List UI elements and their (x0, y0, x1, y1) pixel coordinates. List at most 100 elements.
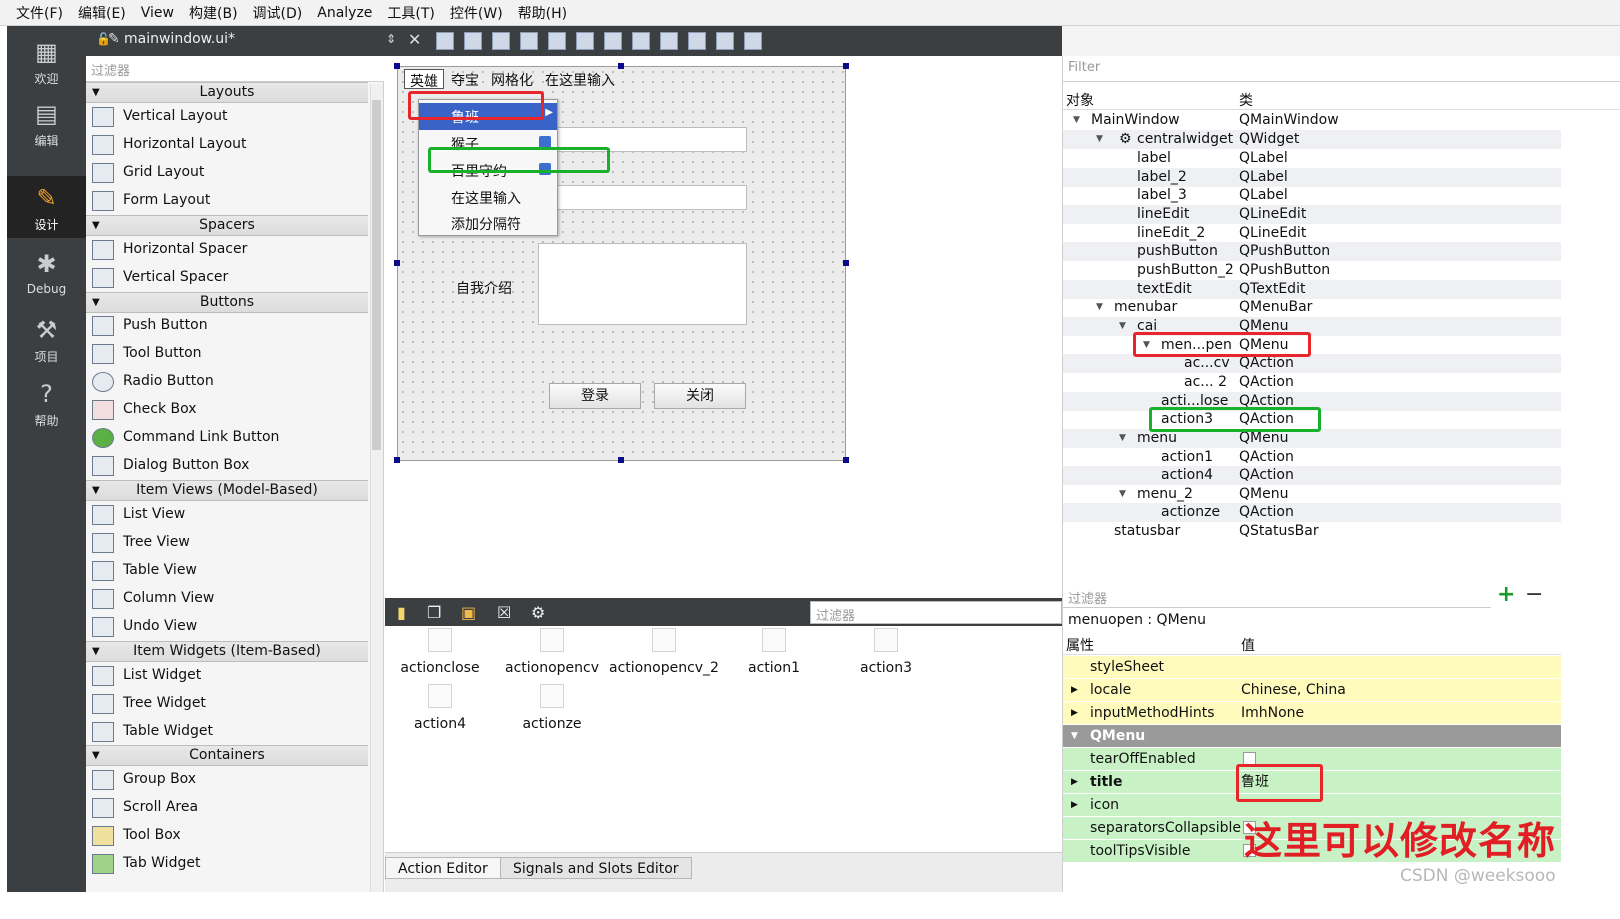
mode-design[interactable]: ✎ 设计 (7, 176, 86, 238)
widget-item[interactable]: Tab Widget (86, 850, 368, 878)
main-window-form[interactable]: 英雄 夺宝 网格化 在这里输入 自我介绍 登录 关闭 鲁班 ▶ 猴子 百里守约 在… (397, 66, 846, 461)
configure-icon[interactable]: ⚙ (531, 603, 545, 622)
category-layouts[interactable]: ▼ Layouts (86, 82, 368, 103)
menu-analyze[interactable]: Analyze (317, 5, 372, 21)
tree-row[interactable]: lineEdit QLineEdit (1063, 205, 1561, 224)
delete-action-icon[interactable]: ☒ (497, 603, 511, 622)
tree-row[interactable]: ac... 2 QAction (1063, 373, 1561, 392)
property-row[interactable]: styleSheet (1063, 656, 1561, 679)
resize-handle[interactable] (618, 457, 624, 463)
mode-debug[interactable]: ✱ Debug (7, 242, 86, 302)
widget-item[interactable]: Tree Widget (86, 690, 368, 718)
tree-row[interactable]: lineEdit_2 QLineEdit (1063, 224, 1561, 243)
property-row[interactable]: ▶ inputMethodHints ImhNone (1063, 702, 1561, 725)
action-entry[interactable]: actionze (496, 684, 608, 732)
resize-handle[interactable] (843, 63, 849, 69)
tree-row[interactable]: ▼ menubar QMenuBar (1063, 298, 1561, 317)
property-value[interactable]: Chinese, China (1241, 679, 1346, 702)
menu-build[interactable]: 构建(B) (189, 3, 238, 23)
widget-item[interactable]: Table View (86, 557, 368, 585)
widget-item[interactable]: Column View (86, 585, 368, 613)
property-value[interactable]: ImhNone (1241, 702, 1304, 725)
edit-widgets-icon[interactable] (436, 32, 454, 50)
tree-row[interactable]: ▼ MainWindow QMainWindow (1063, 111, 1561, 130)
resize-handle[interactable] (394, 63, 400, 69)
edit-buddies-icon[interactable] (492, 32, 510, 50)
widget-item[interactable]: Horizontal Layout (86, 131, 368, 159)
file-switch-icon[interactable]: ⇕ (386, 32, 396, 46)
form-menu-hero[interactable]: 英雄 (404, 69, 444, 90)
mode-projects[interactable]: ⚒ 项目 (7, 308, 86, 368)
paste-action-icon[interactable]: ▣ (461, 603, 476, 622)
category-containers[interactable]: ▼ Containers (86, 745, 368, 766)
widget-item[interactable]: Grid Layout (86, 159, 368, 187)
tree-row[interactable]: actionze QAction (1063, 503, 1561, 522)
property-group-qmenu[interactable]: ▼ QMenu (1063, 725, 1561, 748)
widget-item[interactable]: Vertical Spacer (86, 264, 368, 292)
category-buttons[interactable]: ▼ Buttons (86, 292, 368, 313)
mode-help[interactable]: ? 帮助 (7, 372, 86, 432)
category-item-views[interactable]: ▼ Item Views (Model-Based) (86, 480, 368, 501)
close-file-icon[interactable]: ✕ (408, 30, 421, 49)
action-entry[interactable]: actionopencv_2 (608, 628, 720, 676)
tree-row[interactable]: label_2 QLabel (1063, 168, 1561, 187)
edit-tab-order-icon[interactable] (520, 32, 538, 50)
mode-welcome[interactable]: ▦ 欢迎 (7, 30, 86, 90)
layout-splitter-h-icon[interactable] (604, 32, 622, 50)
layout-grid-icon[interactable] (688, 32, 706, 50)
tree-row[interactable]: pushButton QPushButton (1063, 242, 1561, 261)
widget-item[interactable]: Tool Button (86, 340, 368, 368)
menu-item-add-separator[interactable]: 添加分隔符 (419, 210, 557, 237)
new-action-icon[interactable]: ▮ (397, 603, 406, 622)
break-layout-icon[interactable] (716, 32, 734, 50)
adjust-size-icon[interactable] (744, 32, 762, 50)
widget-item[interactable]: Undo View (86, 613, 368, 641)
widget-item[interactable]: Scroll Area (86, 794, 368, 822)
menu-view[interactable]: View (141, 5, 174, 21)
action-entry[interactable]: action1 (718, 628, 830, 676)
resize-handle[interactable] (394, 260, 400, 266)
mode-edit[interactable]: ▤ 编辑 (7, 92, 86, 152)
tab-signals-slots[interactable]: Signals and Slots Editor (500, 857, 692, 879)
tree-row[interactable]: pushButton_2 QPushButton (1063, 261, 1561, 280)
object-filter-input[interactable]: Filter (1063, 56, 1620, 82)
tree-row[interactable]: action4 QAction (1063, 466, 1561, 485)
widget-item[interactable]: Horizontal Spacer (86, 236, 368, 264)
menu-item-type-here[interactable]: 在这里输入 (419, 184, 557, 211)
form-menu-grid[interactable]: 网格化 (486, 69, 538, 89)
resize-handle[interactable] (394, 457, 400, 463)
tree-row[interactable]: action1 QAction (1063, 448, 1561, 467)
layout-splitter-v-icon[interactable] (632, 32, 650, 50)
widget-item[interactable]: Dialog Button Box (86, 452, 368, 480)
menu-file[interactable]: 文件(F) (16, 3, 63, 23)
widget-item[interactable]: Tree View (86, 529, 368, 557)
category-item-widgets[interactable]: ▼ Item Widgets (Item-Based) (86, 641, 368, 662)
tab-action-editor[interactable]: Action Editor (385, 857, 501, 879)
action-entry[interactable]: action3 (830, 628, 942, 676)
login-button[interactable]: 登录 (549, 383, 641, 409)
action-entry[interactable]: actionopencv (496, 628, 608, 676)
layout-horizontal-icon[interactable] (548, 32, 566, 50)
category-spacers[interactable]: ▼ Spacers (86, 215, 368, 236)
copy-action-icon[interactable]: ❐ (427, 603, 441, 622)
form-menu-loot[interactable]: 夺宝 (446, 69, 484, 89)
menu-tools[interactable]: 工具(T) (387, 3, 434, 23)
widget-item[interactable]: Vertical Layout (86, 103, 368, 131)
close-button[interactable]: 关闭 (654, 383, 746, 409)
tree-row[interactable]: statusbar QStatusBar (1063, 522, 1561, 541)
add-dynamic-property-icon[interactable]: + (1497, 584, 1515, 606)
edit-signals-icon[interactable] (464, 32, 482, 50)
resize-handle[interactable] (618, 63, 624, 69)
property-row[interactable]: ▶ locale Chinese, China (1063, 679, 1561, 702)
resize-handle[interactable] (843, 260, 849, 266)
layout-form-icon[interactable] (660, 32, 678, 50)
line-edit-2[interactable] (546, 185, 747, 210)
widget-box-scroll-thumb[interactable] (372, 100, 381, 450)
layout-vertical-icon[interactable] (576, 32, 594, 50)
open-file-name[interactable]: mainwindow.ui* (124, 31, 235, 47)
widget-item[interactable]: Group Box (86, 766, 368, 794)
property-filter-input[interactable]: 过滤器 (1063, 585, 1491, 608)
widget-item[interactable]: List Widget (86, 662, 368, 690)
widget-filter-input[interactable]: 过滤器 (86, 56, 384, 82)
widget-item[interactable]: Check Box (86, 396, 368, 424)
